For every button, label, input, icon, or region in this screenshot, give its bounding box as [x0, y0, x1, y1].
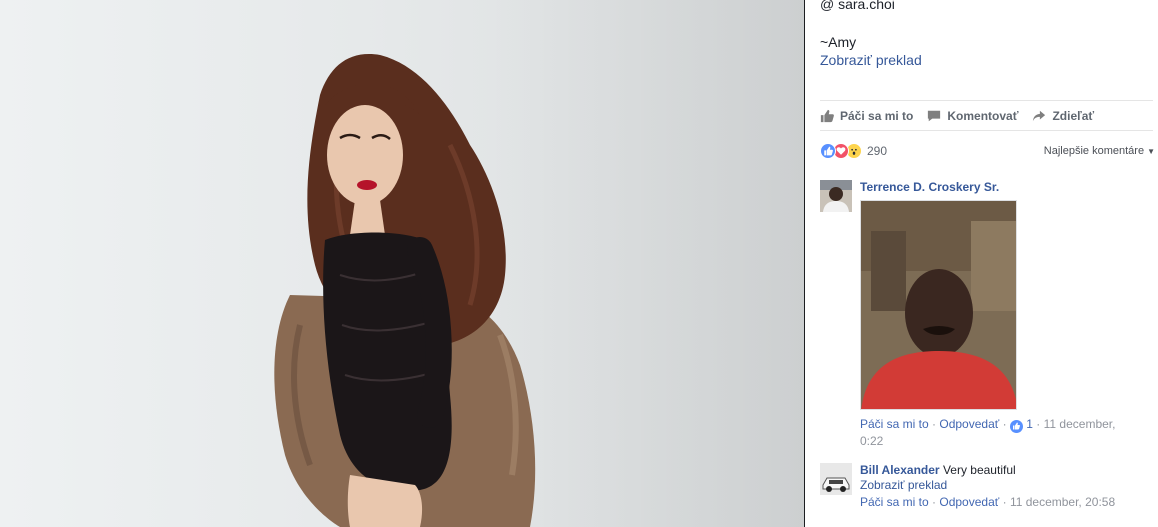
- avatar[interactable]: [820, 463, 852, 495]
- meta-separator: ·: [999, 495, 1010, 509]
- comment-item: Bill Alexander Very beautiful Zobraziť p…: [820, 463, 1150, 523]
- caret-down-icon: ▼: [1147, 146, 1155, 156]
- comment-item: Terrence D. Croskery Sr. Páči sa mi to ·…: [820, 180, 1150, 460]
- comment-meta: Páči sa mi to · Odpovedať · 11 december,…: [860, 494, 1150, 510]
- like-button[interactable]: Páči sa mi to: [820, 109, 913, 123]
- comment-photo[interactable]: [860, 200, 1017, 410]
- comment-timestamp[interactable]: 11 december, 20:58: [1010, 495, 1115, 509]
- face: [327, 105, 403, 205]
- comment-meta: Páči sa mi to · Odpovedať · 1 · 11 decem…: [860, 416, 1150, 449]
- comment-reply-link[interactable]: Odpovedať: [939, 417, 999, 431]
- comment-body: Bill Alexander Very beautiful Zobraziť p…: [860, 463, 1150, 510]
- comment-like-link[interactable]: Páči sa mi to: [860, 495, 929, 509]
- comment-sort-dropdown[interactable]: Najlepšie komentáre ▼: [1044, 145, 1155, 157]
- meta-separator: ·: [928, 495, 940, 509]
- divider-top: [820, 100, 1153, 101]
- comment-author[interactable]: Terrence D. Croskery Sr.: [860, 180, 1150, 194]
- meta-separator: ·: [999, 417, 1010, 431]
- comment-author[interactable]: Bill Alexander: [860, 463, 940, 477]
- portrait-figure: [274, 54, 536, 527]
- avatar[interactable]: [820, 180, 852, 212]
- thumbs-up-icon: [1009, 419, 1023, 433]
- comment-timestamp-time[interactable]: 0:22: [860, 434, 883, 448]
- caption-signature: ~Amy: [820, 34, 857, 50]
- post-sidebar: @ sara.choi ~Amy Zobraziť preklad Páči s…: [805, 0, 1158, 527]
- meta-separator: ·: [1032, 417, 1044, 431]
- comment-sort-label: Najlepšie komentáre: [1043, 145, 1145, 157]
- comment-like-count[interactable]: 1: [1026, 417, 1033, 431]
- comment-reply-link[interactable]: Odpovedať: [939, 495, 999, 509]
- comment-translate-link[interactable]: Zobraziť preklad: [860, 478, 1150, 492]
- share-button-label: Zdieľať: [1052, 109, 1095, 123]
- comment-text: Very beautiful: [942, 463, 1016, 477]
- comment-timestamp[interactable]: 11 december,: [1044, 417, 1116, 431]
- like-button-label: Páči sa mi to: [840, 109, 914, 123]
- like-reaction-icon[interactable]: [820, 143, 836, 159]
- comment-bubble-icon: [927, 109, 941, 123]
- reaction-count[interactable]: 290: [867, 144, 887, 158]
- share-button[interactable]: Zdieľať: [1032, 109, 1094, 123]
- comment-like-link[interactable]: Páči sa mi to: [860, 417, 929, 431]
- comment-button[interactable]: Komentovať: [927, 109, 1018, 123]
- divider-bottom: [820, 130, 1153, 131]
- post-photo[interactable]: [0, 0, 804, 527]
- comment-button-label: Komentovať: [947, 109, 1019, 123]
- post-actions: Páči sa mi to Komentovať Zdieľať: [820, 107, 1108, 125]
- reactions-summary: 290 Najlepšie komentáre ▼: [820, 141, 1155, 161]
- caption-translate-link[interactable]: Zobraziť preklad: [820, 52, 922, 68]
- thumbs-up-icon: [820, 109, 834, 123]
- comment-body: Terrence D. Croskery Sr. Páči sa mi to ·…: [860, 180, 1150, 449]
- share-arrow-icon: [1032, 109, 1046, 123]
- meta-separator: ·: [928, 417, 940, 431]
- caption-mention[interactable]: @ sara.choi: [820, 0, 895, 12]
